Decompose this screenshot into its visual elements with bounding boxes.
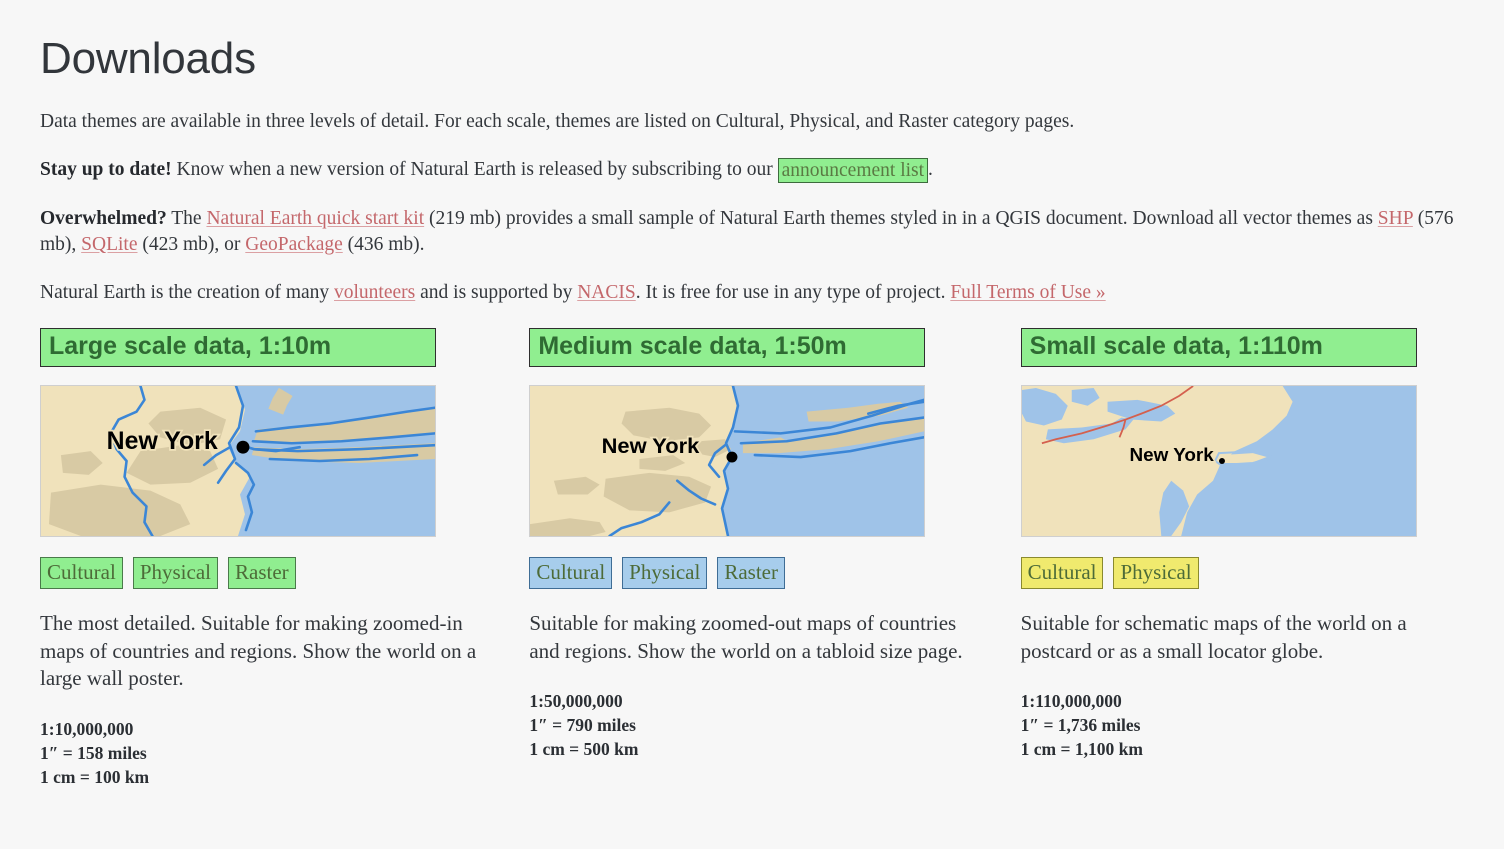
- map-city-dot-small: [1218, 458, 1225, 465]
- badge-raster-large[interactable]: Raster: [228, 557, 296, 590]
- overwhelmed-lead: Overwhelmed?: [40, 207, 167, 229]
- badge-physical-medium[interactable]: Physical: [622, 557, 708, 590]
- scale-header-small: Small scale data, 1:110m: [1020, 327, 1417, 368]
- sqlite-download-link[interactable]: SQLite: [81, 234, 137, 255]
- intro-paragraph-4: Natural Earth is the creation of many vo…: [40, 280, 1464, 306]
- scale-cm-large: 1 cm = 100 km: [40, 766, 150, 787]
- intro-text-1: Data themes are available in three level…: [40, 111, 1075, 133]
- description-small: Suitable for schematic maps of the world…: [1020, 611, 1407, 663]
- badge-raster-medium[interactable]: Raster: [717, 557, 785, 590]
- downloads-page: Downloads Data themes are available in t…: [0, 0, 1504, 789]
- category-badges-large: Cultural Physical Raster: [40, 557, 483, 590]
- announcement-list-link[interactable]: announcement list: [777, 158, 929, 184]
- credits-text-a: Natural Earth is the creation of many: [40, 281, 335, 303]
- intro-paragraph-2: Stay up to date! Know when a new version…: [40, 157, 1464, 184]
- scale-ratio-small: 1:110,000,000: [1020, 691, 1122, 712]
- full-terms-of-use-link[interactable]: Full Terms of Use »: [950, 282, 1105, 303]
- quick-start-kit-link[interactable]: Natural Earth quick start kit: [206, 208, 424, 229]
- subscribe-tail: .: [928, 159, 933, 181]
- geopackage-download-link[interactable]: GeoPackage: [245, 234, 342, 255]
- stay-up-to-date-lead: Stay up to date!: [40, 159, 172, 181]
- description-medium: Suitable for making zoomed-out maps of c…: [529, 611, 963, 663]
- credits-text-c: . It is free for use in any type of proj…: [635, 281, 951, 303]
- quickstart-text-d: (423 mb), or: [137, 233, 246, 255]
- scale-facts-large: 1:10,000,000 1″ = 158 miles 1 cm = 100 k…: [40, 718, 483, 789]
- volunteers-link[interactable]: volunteers: [334, 282, 415, 303]
- scale-column-small: Small scale data, 1:110m New York Cultur…: [1020, 327, 1464, 789]
- intro-paragraph-3: Overwhelmed? The Natural Earth quick sta…: [40, 206, 1464, 258]
- map-thumbnail-large[interactable]: New York: [40, 385, 436, 538]
- map-city-label-small: New York: [1129, 444, 1214, 465]
- category-badges-small: Cultural Physical: [1020, 557, 1464, 590]
- scale-header-large: Large scale data, 1:10m: [40, 327, 436, 368]
- scale-inch-large: 1″ = 158 miles: [40, 742, 147, 763]
- badge-cultural-medium[interactable]: Cultural: [529, 557, 613, 590]
- map-thumbnail-medium[interactable]: New York: [529, 385, 926, 538]
- scale-cm-small: 1 cm = 1,100 km: [1020, 739, 1143, 760]
- map-graphic-large: New York: [41, 386, 435, 537]
- scale-inch-medium: 1″ = 790 miles: [529, 715, 636, 736]
- scale-ratio-large: 1:10,000,000: [40, 718, 134, 739]
- nacis-link[interactable]: NACIS: [577, 282, 636, 303]
- scale-inch-small: 1″ = 1,736 miles: [1020, 715, 1141, 736]
- scale-header-medium: Medium scale data, 1:50m: [529, 327, 926, 368]
- scale-column-medium: Medium scale data, 1:50m New York Cultur…: [529, 327, 1020, 789]
- scale-cm-medium: 1 cm = 500 km: [529, 739, 639, 760]
- description-large: The most detailed. Suitable for making z…: [40, 611, 477, 691]
- scale-columns: Large scale data, 1:10m New York Cultura…: [40, 327, 1464, 789]
- quickstart-text-b: (219 mb) provides a small sample of Natu…: [424, 207, 1378, 229]
- scale-facts-small: 1:110,000,000 1″ = 1,736 miles 1 cm = 1,…: [1021, 690, 1464, 761]
- map-city-label-medium: New York: [602, 434, 701, 459]
- scale-column-large: Large scale data, 1:10m New York Cultura…: [40, 327, 529, 789]
- intro-paragraph-1: Data themes are available in three level…: [40, 109, 1464, 135]
- quickstart-text-e: (436 mb).: [342, 233, 425, 255]
- quickstart-text-a: The: [166, 207, 207, 229]
- shp-download-link[interactable]: SHP: [1378, 208, 1413, 229]
- badge-physical-small[interactable]: Physical: [1113, 557, 1199, 590]
- map-graphic-small: New York: [1021, 386, 1416, 537]
- badge-physical-large[interactable]: Physical: [132, 557, 218, 590]
- map-city-label-large: New York: [107, 429, 218, 456]
- map-city-dot-large: [236, 441, 250, 454]
- scale-facts-medium: 1:50,000,000 1″ = 790 miles 1 cm = 500 k…: [529, 690, 972, 761]
- badge-cultural-large[interactable]: Cultural: [40, 557, 123, 590]
- category-badges-medium: Cultural Physical Raster: [529, 557, 972, 590]
- badge-cultural-small[interactable]: Cultural: [1020, 557, 1104, 590]
- map-thumbnail-small[interactable]: New York: [1020, 385, 1417, 538]
- page-title: Downloads: [40, 34, 256, 83]
- scale-ratio-medium: 1:50,000,000: [529, 691, 623, 712]
- credits-text-b: and is supported by: [415, 281, 578, 303]
- map-city-dot-medium: [726, 452, 738, 463]
- subscribe-text: Know when a new version of Natural Earth…: [171, 159, 778, 181]
- map-graphic-medium: New York: [530, 386, 925, 537]
